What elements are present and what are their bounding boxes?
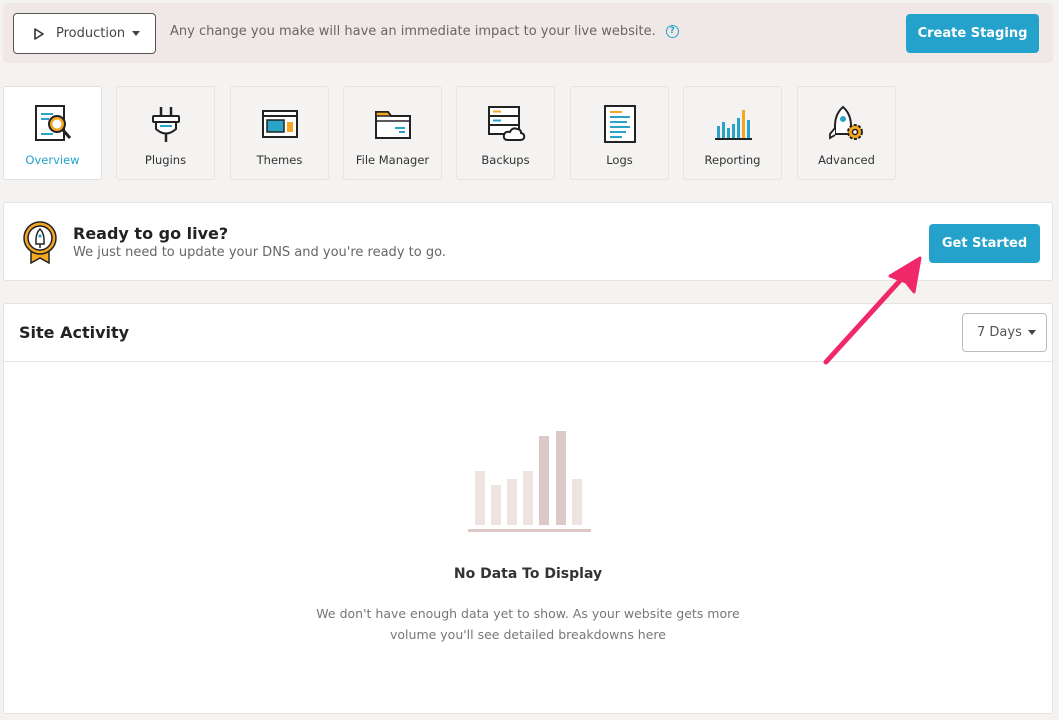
site-activity-panel: Site Activity 7 Days No Data To Display …: [3, 303, 1053, 714]
tab-reporting[interactable]: Reporting: [683, 86, 782, 180]
go-live-subtitle: We just need to update your DNS and you'…: [73, 245, 446, 260]
tab-label: Advanced: [818, 153, 875, 167]
date-range-select[interactable]: 7 Days: [962, 313, 1047, 352]
date-range-label: 7 Days: [977, 325, 1022, 340]
tab-backups[interactable]: Backups: [456, 86, 555, 180]
tab-label: Overview: [25, 153, 80, 167]
empty-state-title: No Data To Display: [453, 566, 603, 582]
environment-banner: Production Any change you make will have…: [3, 3, 1053, 63]
tab-label: Logs: [606, 153, 633, 167]
empty-chart-icon: [466, 429, 592, 539]
site-activity-header: Site Activity 7 Days: [4, 304, 1052, 362]
tab-label: Reporting: [704, 153, 761, 167]
tab-label: File Manager: [355, 153, 430, 167]
play-icon: [34, 27, 44, 40]
empty-state-line: volume you'll see detailed breakdowns he…: [390, 627, 666, 642]
logs-icon: [600, 104, 640, 144]
themes-icon: [260, 104, 300, 144]
tab-plugins[interactable]: Plugins: [116, 86, 215, 180]
tab-logs[interactable]: Logs: [570, 86, 669, 180]
advanced-icon: [827, 104, 867, 144]
environment-warning: Any change you make will have an immedia…: [170, 24, 679, 39]
chevron-down-icon: [1027, 330, 1036, 335]
tab-themes[interactable]: Themes: [230, 86, 329, 180]
tab-label: Plugins: [144, 153, 187, 167]
tab-label: Backups: [481, 153, 530, 167]
plugin-icon: [146, 104, 186, 144]
chevron-down-icon: [132, 31, 141, 36]
empty-state-line: We don't have enough data yet to show. A…: [316, 606, 740, 621]
environment-warning-text: Any change you make will have an immedia…: [170, 24, 656, 39]
empty-state-description: We don't have enough data yet to show. A…: [4, 603, 1052, 645]
go-live-title: Ready to go live?: [73, 224, 229, 243]
tab-overview[interactable]: Overview: [3, 86, 102, 180]
backups-icon: [486, 104, 526, 144]
rocket-badge-icon: [22, 220, 58, 268]
help-icon[interactable]: ?: [665, 25, 679, 38]
tab-advanced[interactable]: Advanced: [797, 86, 896, 180]
environment-select[interactable]: Production: [13, 13, 156, 54]
tab-file-manager[interactable]: File Manager: [343, 86, 442, 180]
reporting-icon: [713, 104, 753, 144]
site-activity-title: Site Activity: [19, 323, 130, 342]
tab-label: Themes: [256, 153, 303, 167]
get-started-button[interactable]: Get Started: [929, 224, 1040, 263]
folder-icon: [373, 104, 413, 144]
create-staging-button[interactable]: Create Staging: [906, 14, 1039, 53]
overview-icon: [33, 104, 73, 144]
environment-label: Production: [56, 26, 126, 41]
go-live-panel: Ready to go live? We just need to update…: [3, 202, 1053, 281]
